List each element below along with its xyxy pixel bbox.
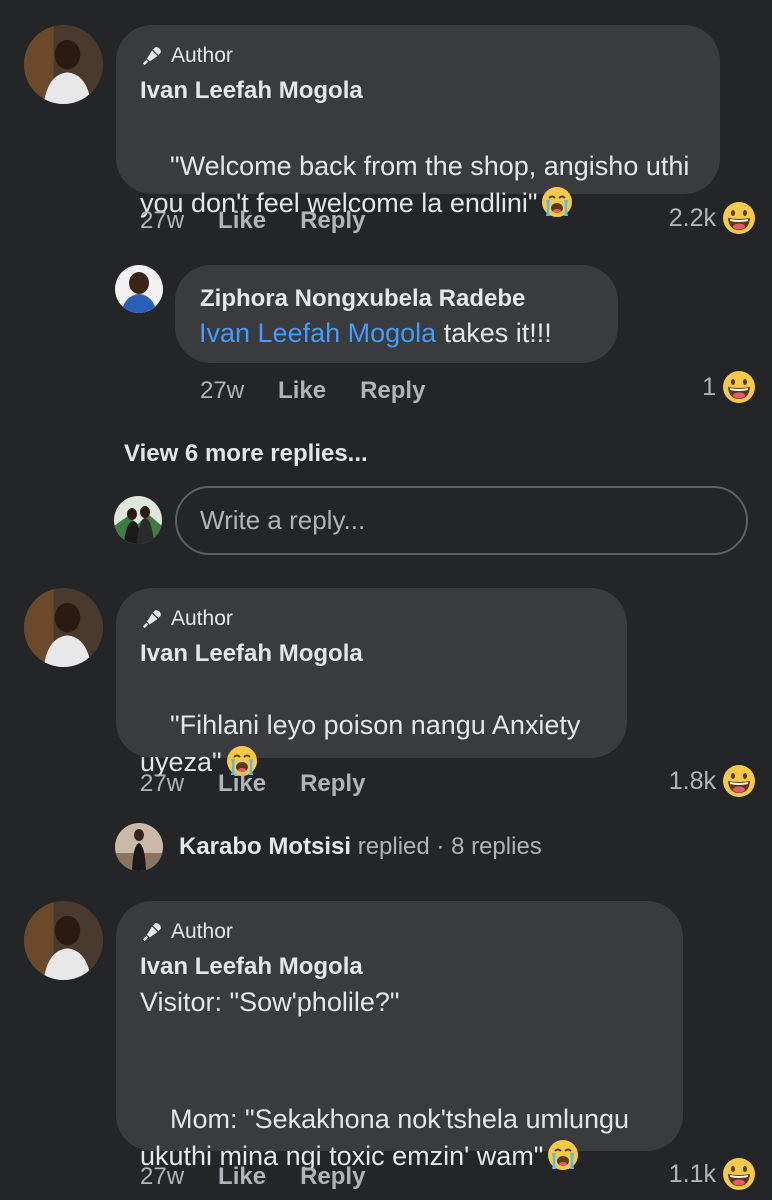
commenter-name[interactable]: Ivan Leefah Mogola xyxy=(140,640,363,668)
reply-actions: 27w Like Reply xyxy=(200,377,425,405)
like-button[interactable]: Like xyxy=(218,770,266,798)
avatar xyxy=(115,823,163,871)
reply-button[interactable]: Reply xyxy=(360,377,425,405)
comment-time[interactable]: 27w xyxy=(140,207,184,235)
author-badge: Author xyxy=(141,920,233,944)
view-more-replies-link[interactable]: View 6 more replies... xyxy=(124,440,368,468)
loudly-crying-face-icon xyxy=(547,1139,579,1171)
reaction-count[interactable]: 1.8k xyxy=(669,764,756,798)
comment-time[interactable]: 27w xyxy=(140,1163,184,1191)
comment-bubble: Author Ivan Leefah Mogola Visitor: "Sow'… xyxy=(116,901,683,1171)
reaction-count[interactable]: 2.2k xyxy=(669,201,756,235)
avatar[interactable] xyxy=(24,25,103,104)
replier-name: Karabo Motsisi xyxy=(179,833,352,860)
laughing-face-icon xyxy=(722,201,756,235)
reply-input[interactable]: Write a reply... xyxy=(175,486,748,555)
current-user-avatar xyxy=(114,496,162,544)
commenter-name[interactable]: Ivan Leefah Mogola xyxy=(140,953,363,981)
microphone-icon xyxy=(141,45,163,67)
reply-button[interactable]: Reply xyxy=(300,770,365,798)
avatar[interactable] xyxy=(24,588,103,667)
microphone-icon xyxy=(141,921,163,943)
commenter-name[interactable]: Ivan Leefah Mogola xyxy=(140,77,363,105)
replier-name[interactable]: Ziphora Nongxubela Radebe xyxy=(200,285,525,313)
reply-button[interactable]: Reply xyxy=(300,207,365,235)
laughing-face-icon xyxy=(722,1157,756,1191)
laughing-face-icon xyxy=(722,370,756,404)
reaction-count[interactable]: 1.1k xyxy=(669,1157,756,1191)
comment-text: "Welcome back from the shop, angisho uth… xyxy=(140,151,697,218)
reply-bubble: Ziphora Nongxubela Radebe Ivan Leefah Mo… xyxy=(175,265,618,363)
author-badge: Author xyxy=(141,607,233,631)
avatar[interactable] xyxy=(24,901,103,980)
avatar[interactable] xyxy=(115,265,163,313)
reply-button[interactable]: Reply xyxy=(300,1163,365,1191)
reply-text: Ivan Leefah Mogola takes it!!! xyxy=(199,318,552,348)
mention-link[interactable]: Ivan Leefah Mogola xyxy=(199,318,436,348)
author-badge: Author xyxy=(141,44,233,68)
reaction-count[interactable]: 1 xyxy=(702,370,756,404)
like-button[interactable]: Like xyxy=(218,1163,266,1191)
like-button[interactable]: Like xyxy=(218,207,266,235)
comment-bubble: Author Ivan Leefah Mogola "Welcome back … xyxy=(116,25,720,218)
replies-summary-link[interactable]: Karabo Motsisi replied · 8 replies xyxy=(179,833,542,861)
comment-text-line-1: Visitor: "Sow'pholile?" xyxy=(140,987,400,1017)
reply-time[interactable]: 27w xyxy=(200,377,244,405)
loudly-crying-face-icon xyxy=(541,186,573,218)
microphone-icon xyxy=(141,608,163,630)
comment-time[interactable]: 27w xyxy=(140,770,184,798)
reply-input-placeholder: Write a reply... xyxy=(200,505,366,535)
comment-bubble: Author Ivan Leefah Mogola "Fihlani leyo … xyxy=(116,588,627,777)
laughing-face-icon xyxy=(722,764,756,798)
comment-actions: 27w Like Reply xyxy=(140,207,365,235)
comment-actions: 27w Like Reply xyxy=(140,1163,365,1191)
comment-actions: 27w Like Reply xyxy=(140,770,365,798)
like-button[interactable]: Like xyxy=(278,377,326,405)
